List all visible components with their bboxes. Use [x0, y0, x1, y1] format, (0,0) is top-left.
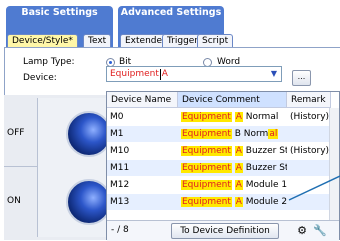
- dropdown-footer: - / 8 To Device Definition ⚙ 🔧: [107, 220, 339, 241]
- tab-script[interactable]: Script: [197, 34, 234, 48]
- wrench-icon[interactable]: 🔧: [313, 224, 327, 238]
- device-comment-cell: Equipment A Buzzer Stop: [181, 146, 287, 156]
- lamp-type-label: Lamp Type:: [23, 57, 75, 67]
- device-comment-cell: Equipment A Normal: [181, 112, 279, 122]
- basic-settings-title: Basic Settings: [21, 7, 98, 18]
- browse-button[interactable]: ...: [292, 70, 311, 86]
- device-definition-icon[interactable]: ⚙: [295, 224, 309, 238]
- state-off-label: OFF: [7, 128, 25, 138]
- list-item[interactable]: M10 Equipment A Buzzer Stop (History): [107, 143, 339, 159]
- remark-cell: [287, 194, 331, 210]
- tab-text[interactable]: Text: [83, 34, 112, 48]
- dropdown-scrollbar[interactable]: [329, 108, 339, 220]
- remark-cell: (History): [290, 146, 330, 156]
- remark-cell: [287, 177, 331, 193]
- column-remark[interactable]: Remark: [287, 92, 331, 108]
- list-item[interactable]: M13 Equipment A Module 2 ...: [107, 194, 339, 210]
- remark-cell: (History): [290, 112, 330, 122]
- device-name-cell: M10: [110, 146, 130, 156]
- device-comment-cell: Equipment A Buzzer St...: [181, 163, 287, 173]
- list-item[interactable]: M11 Equipment A Buzzer St...: [107, 160, 339, 176]
- dropdown-header: Device Name Device Comment Remark: [107, 92, 339, 108]
- to-device-definition-button[interactable]: To Device Definition: [171, 223, 279, 239]
- list-item[interactable]: M12 Equipment A Module 1 ...: [107, 177, 339, 193]
- list-item[interactable]: M0 Equipment A Normal (History): [107, 109, 339, 125]
- chevron-down-icon[interactable]: ▼: [271, 69, 277, 78]
- device-label: Device:: [23, 73, 57, 83]
- device-name-cell: M13: [110, 197, 130, 207]
- advanced-settings-title: Advanced Settings: [120, 7, 222, 18]
- result-count: - / 8: [111, 225, 129, 235]
- column-device-comment[interactable]: Device Comment: [178, 92, 287, 108]
- column-device-name[interactable]: Device Name: [107, 92, 178, 108]
- advanced-settings-tab-group: Advanced Settings Extended Trigger Scrip…: [118, 6, 234, 48]
- device-dropdown: Device Name Device Comment Remark M0 Equ…: [106, 91, 340, 241]
- device-comment-cell: Equipment A Module 1 ...: [181, 180, 287, 190]
- device-combobox[interactable]: Equipment A ▼: [106, 66, 282, 82]
- device-name-cell: M12: [110, 180, 130, 190]
- device-comment-cell: Equipment B Normal: [181, 129, 279, 139]
- state-on-label: ON: [7, 196, 21, 206]
- device-name-cell: M11: [110, 163, 130, 173]
- remark-cell: [287, 160, 331, 176]
- list-item[interactable]: M1 Equipment B Normal: [107, 126, 339, 142]
- device-name-cell: M0: [110, 112, 124, 122]
- tab-device-style[interactable]: Device/Style*: [7, 34, 78, 48]
- basic-settings-tab-group: Basic Settings Device/Style* Text: [6, 6, 113, 48]
- text-caret: [160, 69, 161, 80]
- remark-cell: [287, 126, 331, 142]
- device-name-cell: M1: [110, 129, 124, 139]
- device-comment-cell: Equipment A Module 2 ...: [181, 197, 287, 207]
